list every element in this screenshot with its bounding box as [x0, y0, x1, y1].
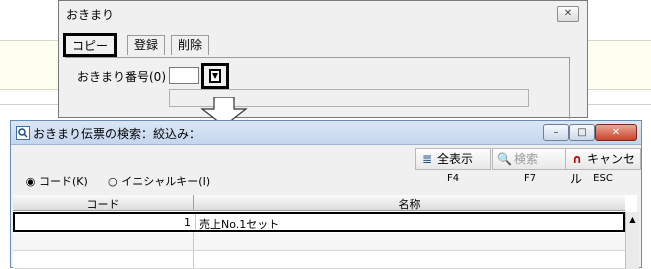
radio-initial-key-label: イニシャルキー(I): [121, 175, 211, 188]
maximize-button[interactable]: □: [569, 124, 595, 141]
cell-name: 売上No.1セット: [199, 218, 280, 231]
search-window-titlebar: おきまり伝票の検索：絞込み： – □ ✕: [11, 121, 641, 145]
search-window: おきまり伝票の検索：絞込み： – □ ✕ ≣ 全表示 🔍 検索 ∩ キャンセル F4 …: [10, 120, 642, 269]
okimari-number-input[interactable]: [169, 67, 199, 84]
search-icon: 🔍: [497, 152, 512, 166]
radio-initial-key[interactable]: ○ イニシャルキー(I): [107, 173, 210, 189]
search-icon: [16, 126, 30, 140]
tab-panel-border: [65, 57, 569, 58]
table-row[interactable]: [13, 251, 625, 269]
table-row[interactable]: [13, 233, 625, 251]
cancel-shortcut: ESC: [593, 173, 613, 184]
picker-button[interactable]: [201, 63, 229, 89]
tab-register[interactable]: 登録: [127, 35, 166, 55]
search-button[interactable]: 🔍 検索: [492, 148, 568, 170]
radio-checked-icon: ◉: [25, 175, 36, 188]
vertical-scrollbar[interactable]: ▲: [625, 212, 639, 269]
radio-code-label: コード(K): [39, 175, 88, 188]
cancel-icon: ∩: [572, 152, 582, 166]
dialog-title: おきまり: [66, 8, 115, 22]
cell-divider: [195, 214, 196, 230]
search-shortcut: F7: [523, 173, 537, 184]
tab-delete[interactable]: 削除: [171, 35, 210, 55]
show-all-label: 全表示: [437, 152, 474, 166]
column-header-name[interactable]: 名称: [194, 196, 625, 212]
dialog-close-button[interactable]: ✕: [557, 6, 579, 22]
tab-bar: コピー 登録 削除: [59, 29, 589, 57]
panel-divider: [569, 57, 570, 119]
scroll-up-icon[interactable]: ▲: [627, 214, 638, 226]
radio-unchecked-icon: ○: [107, 175, 118, 188]
picker-down-icon: [209, 69, 221, 83]
table-row[interactable]: 1 売上No.1セット: [13, 212, 625, 232]
tab-copy[interactable]: コピー: [63, 33, 118, 57]
column-header-code[interactable]: コード: [13, 196, 193, 212]
okimari-number-label: おきまり番号(0): [77, 70, 166, 84]
radio-code[interactable]: ◉ コード(K): [25, 173, 88, 189]
search-mode-radios: ◉ コード(K) ○ イニシャルキー(I): [25, 173, 226, 189]
okimari-dialog: おきまり ✕ コピー 登録 削除 おきまり番号(0): [58, 0, 589, 119]
results-grid: コード 名称 1 売上No.1セット ▲: [13, 195, 639, 269]
grid-header: コード 名称: [13, 195, 625, 211]
cell-divider: [193, 233, 194, 250]
show-all-shortcut: F4: [446, 173, 460, 184]
search-window-title: おきまり伝票の検索：絞込み：: [33, 127, 202, 141]
minimize-button[interactable]: –: [543, 124, 569, 141]
cell-code: 1: [184, 216, 191, 229]
cell-divider: [193, 251, 194, 268]
show-all-button[interactable]: ≣ 全表示: [415, 148, 491, 170]
window-close-button[interactable]: ✕: [595, 124, 637, 141]
cancel-button[interactable]: ∩ キャンセル: [565, 148, 641, 186]
search-label: 検索: [514, 152, 539, 166]
list-icon: ≣: [421, 152, 433, 166]
